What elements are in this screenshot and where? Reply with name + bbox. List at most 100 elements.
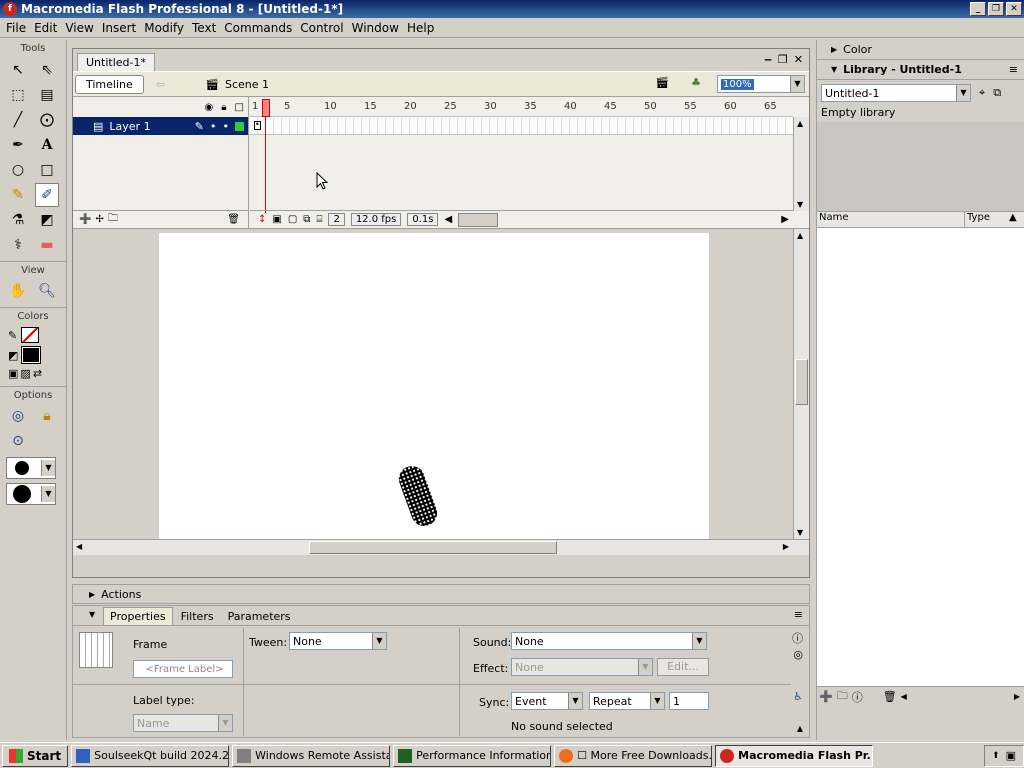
collapse-arrow-icon[interactable]: ▼ [831, 65, 837, 74]
menu-file[interactable]: File [2, 21, 30, 35]
center-frame-icon[interactable]: ↕ [258, 214, 266, 225]
layer-row[interactable]: ▤ Layer 1 ✎ • • [73, 117, 248, 135]
panel-options-icon[interactable]: ≡ [1009, 63, 1018, 76]
menu-window[interactable]: Window [348, 21, 403, 35]
pin-library-icon[interactable]: ⌖ [979, 86, 985, 100]
task-soulseek[interactable]: SoulseekQt build 2024.2.... [71, 744, 230, 767]
edit-multiple-frames-icon[interactable]: ⧉ [303, 214, 310, 225]
frame-rate-field[interactable]: 12.0 fps [350, 213, 402, 226]
lock-all-icon[interactable]: 🔒︎ [221, 102, 226, 113]
library-list[interactable] [817, 228, 1024, 686]
edit-symbols-icon[interactable]: ♣ [691, 76, 701, 89]
playhead-handle[interactable] [262, 99, 270, 117]
expand-arrow-icon[interactable]: ▶ [89, 590, 95, 599]
hand-tool-icon[interactable]: ✋ [6, 279, 30, 303]
doc-close-icon[interactable]: ✕ [794, 53, 803, 66]
zoom-tool-icon[interactable]: 🔍︎ [35, 279, 59, 303]
doc-minimize-icon[interactable]: ‒ [764, 53, 772, 66]
delete-layer-icon[interactable]: 🗑︎ [227, 214, 240, 225]
stage-vscroll[interactable]: ▲ ▼ [793, 229, 809, 539]
library-scroll-right-icon[interactable]: ▶ [1014, 692, 1020, 701]
stroke-color-swatch[interactable] [21, 327, 40, 343]
menu-insert[interactable]: Insert [98, 21, 140, 35]
object-drawing-icon[interactable]: ◎ [6, 404, 30, 428]
timeline-toggle-button[interactable]: Timeline [75, 74, 144, 94]
stage-hscroll[interactable]: ◀ ▶ [73, 539, 809, 555]
pencil-tool-icon[interactable]: ✎ [6, 183, 30, 207]
expand-arrow-icon[interactable]: ▶ [831, 45, 837, 54]
swap-colors-icon[interactable]: ⇄ [33, 367, 42, 380]
actions-panel-header[interactable]: ▶ Actions [72, 584, 810, 604]
stage-vscroll-thumb[interactable] [795, 359, 808, 405]
accessibility-icon[interactable]: ♿︎ [793, 690, 803, 703]
line-tool-icon[interactable]: ╱ [6, 108, 30, 132]
scroll-down-icon[interactable]: ▼ [797, 200, 803, 209]
flash-app-icon[interactable]: f [3, 2, 17, 16]
label-type-select[interactable]: Name ▼ [133, 714, 233, 732]
timeline-scroll-left-icon[interactable]: ◀ [444, 214, 452, 225]
expand-panel-icon[interactable]: ▲ [797, 724, 803, 733]
column-name[interactable]: Name [817, 212, 965, 227]
menu-commands[interactable]: Commands [220, 21, 296, 35]
new-library-panel-icon[interactable]: ⧉ [993, 86, 1001, 100]
black-white-icon[interactable]: ▣ [8, 367, 18, 380]
delete-item-icon[interactable]: 🗑︎ [883, 690, 897, 703]
selection-tool-icon[interactable]: ↖ [6, 58, 30, 82]
lasso-tool-icon[interactable]: ⨀ [35, 108, 59, 132]
show-hide-eye-icon[interactable]: ◉ [204, 102, 213, 113]
repeat-select[interactable]: Repeat ▼ [589, 692, 665, 710]
task-flash[interactable]: Macromedia Flash Pr... [715, 744, 874, 767]
column-type[interactable]: Type [965, 212, 1009, 227]
eyedropper-tool-icon[interactable]: ⚕ [6, 233, 30, 257]
tab-parameters[interactable]: Parameters [222, 608, 297, 625]
eraser-tool-icon[interactable]: ▬ [35, 233, 59, 257]
insert-layer-icon[interactable]: ➕ [79, 214, 91, 225]
close-button[interactable]: ✕ [1006, 2, 1022, 16]
onion-skin-outlines-icon[interactable]: ▢ [288, 214, 297, 225]
scroll-up-icon[interactable]: ▲ [797, 231, 803, 240]
tray-monitor-icon[interactable]: ▣ [1006, 749, 1016, 762]
sound-select[interactable]: None ▼ [511, 632, 707, 650]
menu-help[interactable]: Help [403, 21, 438, 35]
tab-filters[interactable]: Filters [175, 608, 220, 625]
oval-tool-icon[interactable]: ○ [6, 158, 30, 182]
layer-visible-dot-icon[interactable]: • [210, 120, 217, 133]
frame-label-input[interactable]: <Frame Label> [133, 660, 233, 678]
tween-select[interactable]: None ▼ [289, 632, 387, 650]
document-tab[interactable]: Untitled-1* [77, 53, 155, 71]
lock-fill-icon[interactable]: 🔒︎ [35, 404, 59, 428]
edit-sound-button[interactable]: Edit... [657, 658, 709, 676]
stroke-color-icon[interactable]: ✎ [8, 329, 17, 342]
color-panel-header[interactable]: ▶ Color [817, 40, 1024, 60]
menu-control[interactable]: Control [296, 21, 347, 35]
timeline-scroll-right-icon[interactable]: ▶ [781, 214, 789, 225]
tray-expand-icon[interactable]: ⬆ [992, 751, 1000, 761]
brush-stroke-shape[interactable] [395, 462, 441, 530]
edit-in-place-icon[interactable]: ◎ [793, 648, 803, 661]
insert-folder-icon[interactable]: 🗀︎ [108, 211, 118, 228]
panel-options-icon[interactable]: ≡ [794, 608, 803, 621]
task-performance-info[interactable]: Performance Information... [393, 744, 552, 767]
restore-button[interactable]: ❐ [988, 2, 1004, 16]
timeline-vscroll[interactable]: ▲ ▼ [793, 117, 809, 211]
doc-restore-icon[interactable]: ❐ [778, 53, 788, 66]
collapse-arrow-icon[interactable]: ▼ [89, 610, 95, 619]
rectangle-tool-icon[interactable]: □ [35, 158, 59, 182]
effect-select[interactable]: None ▼ [511, 658, 653, 676]
gradient-transform-tool-icon[interactable]: ▤ [35, 83, 59, 107]
brush-shape-dropdown[interactable]: ▼ [6, 483, 56, 505]
minimize-button[interactable]: _ [970, 2, 986, 16]
new-symbol-icon[interactable]: ➕ [819, 690, 833, 703]
help-icon[interactable]: ⓘ [792, 630, 803, 646]
layer-lock-dot-icon[interactable]: • [223, 120, 230, 133]
properties-icon[interactable]: ⓘ [852, 689, 863, 705]
subselection-tool-icon[interactable]: ⇖ [35, 58, 59, 82]
scroll-right-icon[interactable]: ▶ [783, 542, 789, 551]
onion-skin-icon[interactable]: ▣ [272, 214, 281, 225]
brush-tool-icon[interactable]: ✐ [35, 183, 59, 207]
layer-outline-color-icon[interactable] [235, 121, 244, 131]
menu-text[interactable]: Text [188, 21, 220, 35]
edit-scene-icon[interactable]: 🎬︎ [655, 76, 669, 89]
library-scroll-left-icon[interactable]: ◀ [901, 692, 907, 701]
scroll-up-icon[interactable]: ▲ [797, 119, 803, 128]
